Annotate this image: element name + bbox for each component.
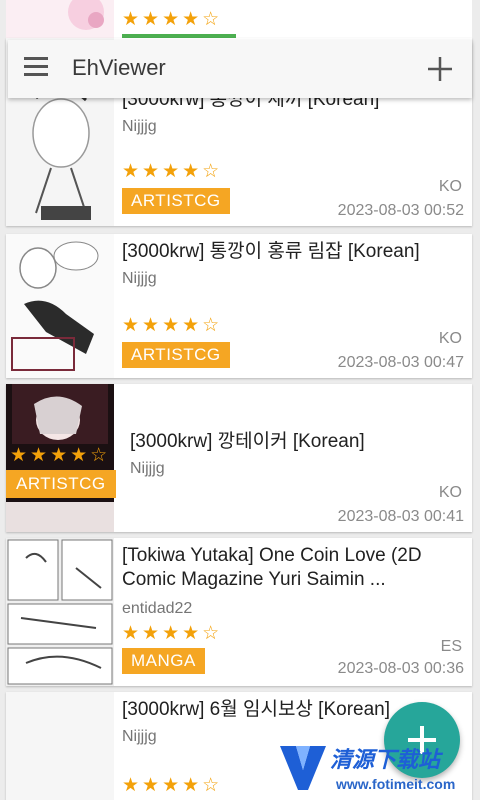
language-label: KO [438,178,462,195]
posted-date: 2023-08-03 00:41 [337,508,464,525]
thumbnail-art-icon [68,0,104,30]
category-badge: ARTISTCG [122,342,230,368]
gallery-thumbnail [6,692,114,800]
gallery-title: [3000krw] 통깡이 홍류 림잡 [Korean] [122,241,420,262]
gallery-thumbnail [6,0,114,38]
plus-icon[interactable] [424,53,456,85]
gallery-list: ★★★★☆ [3000krw] 통깡이 세끼 [Korean] Nijjjg ★… [0,0,480,800]
category-badge: MANGA [122,648,205,674]
watermark-logo-icon [280,746,326,790]
language-label: ES [440,638,462,655]
gallery-item[interactable]: ★★★★☆ ARTISTCG [3000krw] 깡테이커 [Korean] N… [6,384,472,532]
gallery-uploader: Nijjjg [122,118,157,135]
gallery-item[interactable]: [Tokiwa Yutaka] One Coin Love (2D Comic … [6,538,472,686]
rating-stars: ★★★★☆ [122,315,223,336]
category-badge: ARTISTCG [6,470,116,498]
language-label: KO [438,330,462,347]
hamburger-icon[interactable] [24,57,48,81]
app-title: EhViewer [72,55,166,80]
posted-date: 2023-08-03 00:36 [337,660,464,677]
gallery-uploader: Nijjjg [122,728,157,745]
category-badge: ARTISTCG [122,188,230,214]
watermark-url: www.fotimeit.com [336,776,456,792]
app-toolbar: EhViewer [8,40,472,98]
gallery-thumbnail [6,538,114,686]
thumbnail-art-icon [6,234,114,378]
rating-stars: ★★★★☆ [122,623,223,644]
gallery-item[interactable]: [3000krw] 통깡이 홍류 림잡 [Korean] Nijjjg ★★★★… [6,234,472,378]
posted-date: 2023-08-03 00:52 [337,202,464,219]
rating-stars: ★★★★☆ [10,445,111,466]
posted-date: 2023-08-03 00:47 [337,354,464,371]
gallery-uploader: Nijjjg [122,270,157,287]
watermark-text: 清源下载站 [330,747,441,772]
gallery-title: [Tokiwa Yutaka] One Coin Love (2D Comic … [122,545,422,590]
gallery-title: [3000krw] 깡테이커 [Korean] [130,431,365,452]
thumbnail-art-icon [6,538,114,686]
rating-stars: ★★★★☆ [122,775,223,796]
watermark-overlay: 清源下载站 www.fotimeit.com [276,736,476,798]
gallery-uploader: entidad22 [122,600,193,617]
gallery-uploader: Nijjjg [130,460,165,477]
gallery-thumbnail [6,234,114,378]
language-label: KO [438,484,462,501]
gallery-item-partial[interactable]: ★★★★☆ [6,0,472,38]
rating-stars: ★★★★☆ [122,161,223,182]
rating-stars: ★★★★☆ [122,9,223,30]
